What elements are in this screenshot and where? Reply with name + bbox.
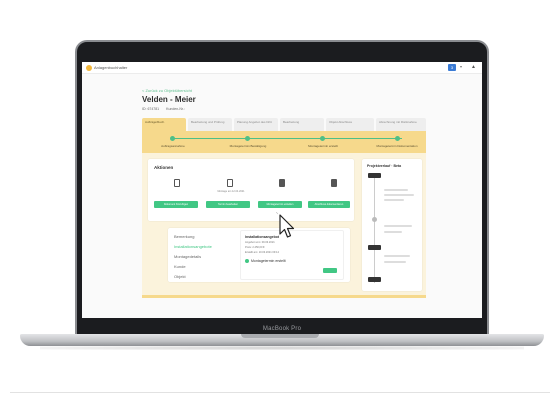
tab-bearbeitung[interactable]: Bearbeitung — [280, 118, 324, 131]
timeline-dot — [372, 217, 377, 222]
timeline-badge — [368, 173, 381, 178]
step-dot — [320, 136, 325, 141]
chevron-down-icon[interactable]: ▾ — [460, 64, 462, 69]
calendar-icon — [227, 179, 233, 187]
step-label: Auftragsannahme — [161, 144, 185, 148]
step-dot — [170, 136, 175, 141]
laptop-notch — [241, 334, 319, 338]
nav-installationsangebote[interactable]: Installationsangebote — [174, 242, 212, 252]
document-completion-button[interactable]: Abschluss dokumentieren — [308, 201, 350, 208]
step-dot — [245, 136, 250, 141]
timeline-badge — [368, 245, 381, 250]
app-logo-icon — [86, 65, 92, 71]
step-label: Montagetermin erstellt — [308, 144, 338, 148]
meta-customer: Kunden-Nr.: — [166, 107, 185, 111]
app-topbar: Anlagenbuchhalter 3 ▾ ▲ — [82, 62, 482, 74]
status-check-label: Montagetermin erstellt — [251, 259, 286, 263]
status-check: Montagetermin erstellt — [245, 259, 286, 264]
notification-bell-icon[interactable]: 3 — [448, 64, 456, 71]
timeline-entry — [384, 189, 408, 191]
nav-kunde[interactable]: Kunde — [174, 262, 212, 272]
timeline-entry — [384, 225, 412, 227]
tab-bearbeitung-pruefung[interactable]: Bearbeitung und Prüfung — [188, 118, 232, 131]
progress-stepper: Auftragsannahme Montagetermin Bestätigun… — [142, 131, 426, 153]
offer-line: Erstellt am: 10.03.2021 09:14 — [245, 251, 279, 254]
step-label: Montagetermin Dokumentation — [376, 144, 418, 148]
tab-planung[interactable]: Planung Angebot des Dritt — [234, 118, 278, 131]
step-label: Montagetermin Bestätigung — [229, 144, 267, 148]
laptop-screen: Anlagenbuchhalter 3 ▾ ▲ < Zurück zu Obje… — [82, 62, 482, 318]
meta-id: ID: 674781 — [142, 107, 160, 111]
aktionen-card: Aktionen Montage am 12.04.2021 Dokument … — [148, 159, 354, 221]
check-icon — [245, 259, 249, 264]
edit-appointment-button[interactable]: Termin bearbeiten — [206, 201, 250, 208]
create-appointment-button[interactable]: Montagetermin erstellen — [258, 201, 302, 208]
timeline-entry — [384, 261, 406, 263]
divider — [10, 392, 550, 393]
tab-auftraege[interactable]: Aufträge/Rech. — [142, 118, 186, 131]
timeline-line — [374, 173, 375, 283]
aktionen-title: Aktionen — [154, 165, 174, 170]
user-menu-icon[interactable]: ▲ — [471, 64, 476, 70]
back-link[interactable]: < Zurück zu Objektübersicht — [142, 88, 192, 93]
mouse-cursor-icon — [276, 212, 295, 238]
timeline-badge — [368, 277, 381, 282]
tab-bar: Aufträge/Rech. Bearbeitung und Prüfung P… — [142, 118, 426, 131]
tab-abrechnung[interactable]: Abrechnung mit Rücknahme — [376, 118, 426, 131]
timeline-title: Projektverlauf · Beta — [367, 164, 402, 168]
tab-objekt-abschluss[interactable]: Objekt Abschluss — [326, 118, 374, 131]
nav-bemerkung[interactable]: Bemerkung — [174, 232, 212, 242]
timeline-entry — [384, 255, 410, 257]
nav-objekt[interactable]: Objekt — [174, 272, 212, 282]
details-nav: Bemerkung Installationsangebote Montaged… — [174, 232, 212, 282]
action-sub: Montage am 12.04.2021 — [217, 190, 245, 193]
stage: Anlagenbuchhalter 3 ▾ ▲ < Zurück zu Obje… — [0, 0, 560, 403]
app-brand: Anlagenbuchhalter — [94, 65, 128, 70]
document-icon — [174, 179, 180, 187]
timeline-entry — [384, 194, 414, 196]
page-title: Velden - Meier — [142, 95, 196, 104]
details-card: Bemerkung Installationsangebote Montaged… — [168, 228, 350, 282]
offer-line: Preis: 2.450,00 € — [245, 246, 265, 249]
offer-line: Angebot vom: 09.03.2021 — [245, 241, 275, 244]
offer-action-button[interactable] — [323, 268, 337, 273]
page-meta: ID: 674781 Kunden-Nr.: — [142, 107, 191, 111]
timeline-entry — [384, 199, 404, 201]
add-document-button[interactable]: Dokument hinzufügen — [154, 201, 198, 208]
stepper-line — [172, 138, 402, 139]
nav-montagedetails[interactable]: Montagedetails — [174, 252, 212, 262]
file-icon — [331, 179, 337, 187]
device-label: MacBook Pro — [262, 326, 302, 332]
timeline-card: Projektverlauf · Beta — [362, 159, 422, 291]
footer-strip — [142, 295, 426, 298]
offer-title: Installationsangebot — [245, 235, 280, 239]
step-dot — [395, 136, 400, 141]
laptop-shadow — [40, 346, 524, 350]
file-icon — [279, 179, 285, 187]
timeline-entry — [384, 231, 402, 233]
